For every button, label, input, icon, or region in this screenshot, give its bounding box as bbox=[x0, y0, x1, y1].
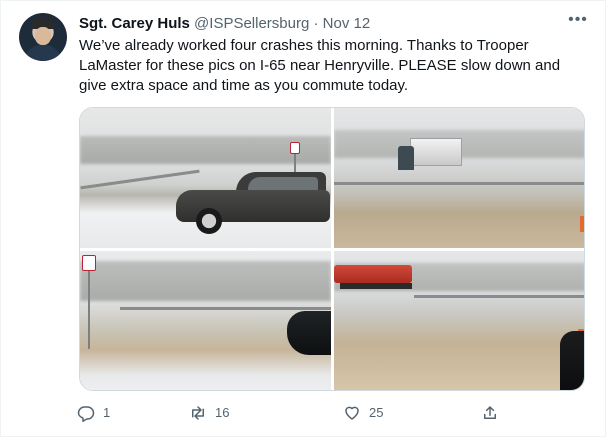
avatar-face bbox=[35, 27, 51, 45]
reply-count: 1 bbox=[103, 405, 111, 420]
retweet-button[interactable]: 16 bbox=[189, 401, 229, 425]
retweet-count: 16 bbox=[215, 405, 230, 420]
car-wheel bbox=[196, 208, 222, 234]
like-count: 25 bbox=[369, 405, 384, 420]
photo-3-guardrail bbox=[120, 307, 331, 310]
tweet-date[interactable]: Nov 12 bbox=[323, 15, 371, 32]
photo-1-crashed-car bbox=[176, 172, 330, 234]
photo-3-road-sign bbox=[82, 255, 96, 271]
truck-trailer bbox=[410, 138, 462, 166]
photo-4-side-mirror bbox=[560, 331, 584, 390]
photo-2-semi-truck bbox=[398, 138, 462, 172]
photo-4[interactable] bbox=[334, 251, 584, 390]
tanker-tank bbox=[334, 265, 412, 283]
share-icon bbox=[484, 406, 496, 419]
author-name[interactable]: Sgt. Carey Huls bbox=[79, 15, 190, 32]
photo-1-road-sign bbox=[290, 142, 300, 154]
tweet-card[interactable]: Sgt. Carey Huls @ISPSellersburg · Nov 12… bbox=[0, 0, 606, 437]
photo-1[interactable] bbox=[80, 108, 331, 248]
retweet-icon bbox=[192, 406, 204, 420]
photo-3-side-mirror bbox=[287, 311, 331, 355]
heart-icon bbox=[345, 406, 359, 420]
header-separator: · bbox=[313, 15, 319, 32]
author-handle[interactable]: @ISPSellersburg bbox=[194, 15, 309, 32]
more-options-icon[interactable]: ••• bbox=[567, 9, 589, 31]
share-button[interactable] bbox=[481, 401, 499, 425]
photo-3-treeline bbox=[80, 261, 331, 301]
photo-4-guardrail bbox=[414, 295, 584, 298]
reply-button[interactable]: 1 bbox=[77, 401, 110, 425]
avatar[interactable] bbox=[19, 13, 67, 61]
avatar-uniform bbox=[25, 45, 61, 61]
tanker-chassis bbox=[340, 283, 412, 289]
media-grid bbox=[79, 107, 585, 391]
truck-cab bbox=[398, 146, 414, 170]
photo-2-guardrail bbox=[334, 182, 584, 185]
tweet-header: Sgt. Carey Huls @ISPSellersburg · Nov 12 bbox=[79, 14, 370, 33]
action-bar: 1 16 25 bbox=[77, 401, 517, 425]
photo-4-tanker-truck bbox=[334, 263, 414, 291]
reply-icon bbox=[77, 406, 95, 422]
like-button[interactable]: 25 bbox=[343, 401, 383, 425]
photo-3-sign-pole bbox=[88, 259, 90, 349]
photo-2[interactable] bbox=[334, 108, 584, 248]
photo-2-orange-marker bbox=[580, 216, 584, 232]
photo-3[interactable] bbox=[80, 251, 331, 390]
tweet-text: We’ve already worked four crashes this m… bbox=[79, 37, 561, 94]
